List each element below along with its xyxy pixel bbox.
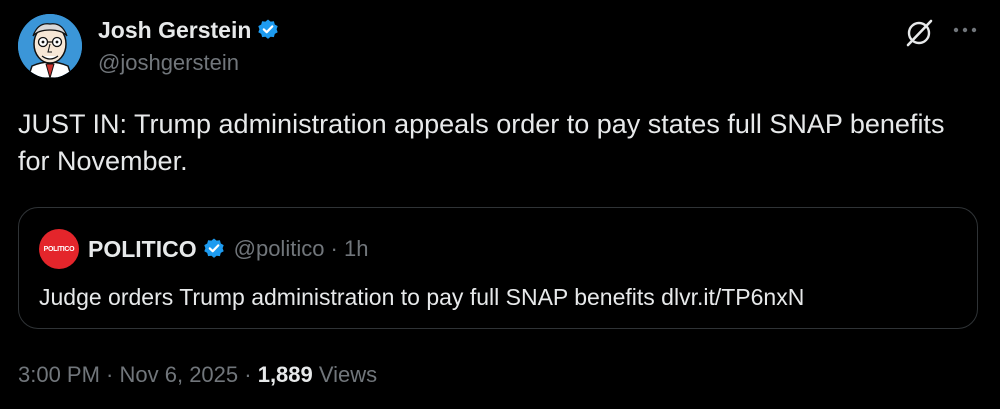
author-display-name[interactable]: Josh Gerstein [98, 17, 251, 44]
grok-icon[interactable] [904, 18, 934, 53]
quoted-tweet-header: POLITICO POLITICO @politico · 1h [39, 229, 369, 269]
author-info: Josh Gerstein @joshgerstein [98, 14, 280, 76]
more-options-icon[interactable] [950, 18, 980, 53]
verified-badge-icon[interactable] [202, 237, 226, 261]
author-avatar[interactable] [18, 14, 82, 78]
quoted-display-name[interactable]: POLITICO [88, 236, 197, 263]
verified-badge-icon[interactable] [256, 18, 280, 42]
author-handle[interactable]: @joshgerstein [98, 50, 280, 76]
politico-logo[interactable]: POLITICO [39, 229, 79, 269]
politico-logo-text: POLITICO [43, 245, 75, 253]
views-count: 1,889 [257, 362, 313, 387]
tweet-meta: 3:00 PM · Nov 6, 2025 · 1,889 Views [18, 362, 377, 388]
tweet-time[interactable]: 3:00 PM [18, 362, 100, 387]
tweet-text: JUST IN: Trump administration appeals or… [18, 109, 945, 176]
author-name-row: Josh Gerstein [98, 14, 280, 46]
caricature-avatar-image [18, 14, 82, 78]
quoted-handle-time[interactable]: @politico · 1h [234, 236, 369, 262]
views-label: Views [312, 362, 378, 387]
tweet-date[interactable]: Nov 6, 2025 [120, 362, 239, 387]
meta-separator: · [99, 362, 120, 387]
meta-separator: · [238, 362, 258, 387]
quoted-tweet-card[interactable]: POLITICO POLITICO @politico · 1h Judge o… [18, 207, 978, 329]
quoted-tweet-text: Judge orders Trump administration to pay… [39, 284, 805, 310]
